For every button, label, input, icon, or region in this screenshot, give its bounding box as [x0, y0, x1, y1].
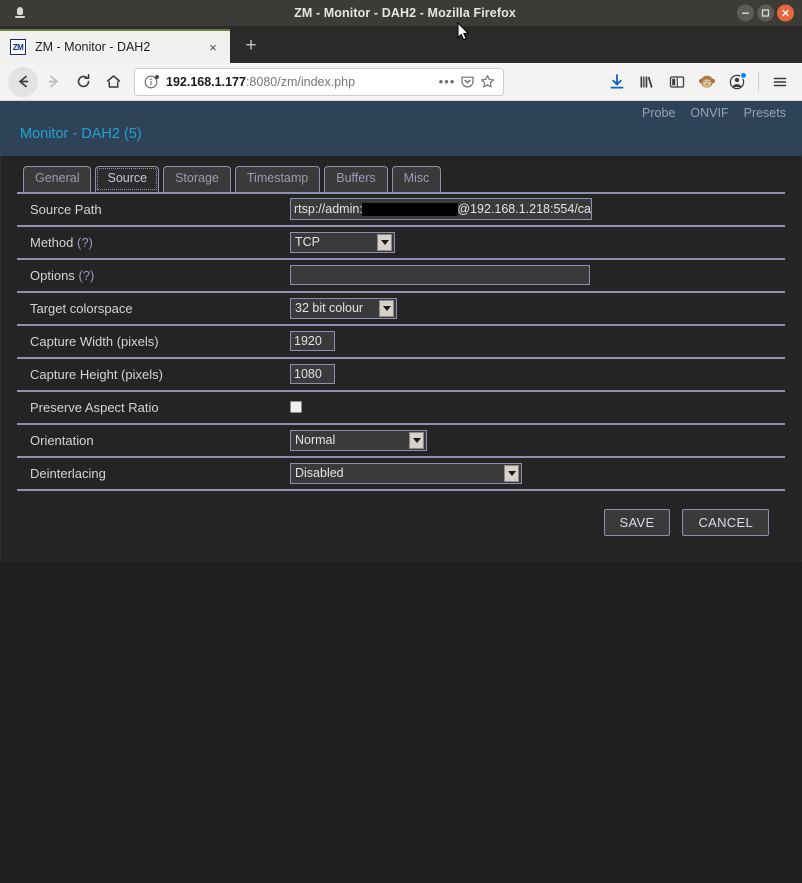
back-button[interactable] [8, 66, 38, 97]
tab-source[interactable]: Source [95, 166, 160, 192]
presets-link[interactable]: Presets [744, 106, 786, 120]
browser-tabstrip: ZM ZM - Monitor - DAH2 × + [0, 27, 802, 63]
row-capture-height: Capture Height (pixels) [17, 359, 785, 392]
row-capture-width: Capture Width (pixels) [17, 326, 785, 359]
url-text: 192.168.1.177:8080/zm/index.php [166, 75, 437, 89]
deinterlacing-value: Disabled [295, 466, 344, 481]
chevron-down-icon [379, 299, 394, 317]
deinterlacing-select[interactable]: Disabled [290, 462, 522, 484]
source-path-suffix: @192.168.1.218:554/ca [457, 202, 591, 217]
bookmark-star-icon[interactable] [477, 72, 497, 92]
zm-header: Probe ONVIF Presets Monitor - DAH2 (5) [0, 101, 802, 156]
page-content: Probe ONVIF Presets Monitor - DAH2 (5) G… [0, 101, 802, 883]
browser-tab-title: ZM - Monitor - DAH2 [35, 40, 151, 54]
label-orientation: Orientation [30, 432, 94, 448]
onvif-link[interactable]: ONVIF [690, 106, 728, 120]
orientation-select[interactable]: Normal [290, 429, 427, 451]
source-path-prefix: rtsp://admin: [294, 202, 363, 217]
probe-link[interactable]: Probe [642, 106, 675, 120]
url-host: 192.168.1.177 [166, 74, 246, 89]
tracking-indicator-dot [155, 74, 159, 79]
label-options: Options (?) [30, 268, 290, 283]
zm-top-links: Probe ONVIF Presets [642, 106, 786, 120]
window-titlebar: ZM - Monitor - DAH2 - Mozilla Firefox [0, 0, 802, 27]
account-icon[interactable] [723, 68, 751, 96]
account-notification-dot [740, 71, 747, 79]
label-method: Method (?) [30, 235, 290, 250]
target-colorspace-value: 32 bit colour [295, 301, 364, 316]
tab-general[interactable]: General [23, 166, 92, 192]
options-input[interactable] [290, 265, 590, 286]
row-options: Options (?) [17, 260, 785, 293]
chevron-down-icon [377, 233, 392, 251]
monkey-extension-icon[interactable] [693, 68, 721, 96]
orientation-value: Normal [295, 433, 336, 448]
label-capture-width: Capture Width (pixels) [30, 333, 159, 349]
new-tab-button[interactable]: + [236, 31, 266, 61]
method-help-link[interactable]: (?) [77, 235, 93, 250]
redacted-password-block [361, 202, 459, 216]
source-path-input[interactable]: rtsp://admin: @192.168.1.218:554/ca [290, 198, 592, 221]
preserve-aspect-ratio-checkbox[interactable] [290, 401, 302, 414]
window-title: ZM - Monitor - DAH2 - Mozilla Firefox [294, 6, 516, 20]
method-select[interactable]: TCP [290, 231, 395, 253]
firefox-window-icon [12, 5, 28, 21]
label-capture-height: Capture Height (pixels) [30, 366, 163, 382]
form-actions: SAVE CANCEL [17, 491, 785, 536]
chevron-down-icon [409, 431, 424, 449]
tab-buffers[interactable]: Buffers [324, 166, 388, 192]
save-button[interactable]: SAVE [603, 508, 671, 536]
row-method: Method (?) TCP [17, 227, 785, 260]
close-button[interactable] [777, 4, 794, 22]
tab-storage[interactable]: Storage [163, 166, 231, 192]
label-options-text: Options [30, 267, 75, 283]
target-colorspace-select[interactable]: 32 bit colour [290, 297, 397, 319]
cancel-button[interactable]: CANCEL [682, 508, 769, 536]
row-target-colorspace: Target colorspace 32 bit colour [17, 293, 785, 326]
browser-toolbar-right [603, 68, 794, 96]
reload-button[interactable] [68, 67, 98, 97]
label-source-path: Source Path [30, 201, 102, 217]
close-tab-icon[interactable]: × [204, 38, 222, 56]
library-icon[interactable] [633, 68, 661, 96]
browser-tab[interactable]: ZM ZM - Monitor - DAH2 × [0, 29, 230, 63]
zm-tab-bar: General Source Storage Timestamp Buffers… [1, 156, 801, 192]
sidebar-icon[interactable] [663, 68, 691, 96]
tab-misc[interactable]: Misc [391, 166, 442, 192]
forward-button[interactable] [38, 67, 68, 97]
row-deinterlacing: Deinterlacing Disabled [17, 458, 785, 491]
downloads-icon[interactable] [603, 68, 631, 96]
label-target-colorspace: Target colorspace [30, 300, 133, 316]
tab-timestamp[interactable]: Timestamp [234, 166, 321, 192]
row-source-path: Source Path rtsp://admin: @192.168.1.218:… [17, 194, 785, 227]
capture-width-input[interactable] [290, 331, 335, 352]
toolbar-separator [758, 71, 759, 92]
chevron-down-icon [504, 464, 519, 482]
url-bar[interactable]: 192.168.1.177:8080/zm/index.php ••• [134, 67, 504, 96]
options-help-link[interactable]: (?) [78, 268, 94, 283]
label-method-text: Method [30, 234, 74, 250]
row-orientation: Orientation Normal [17, 425, 785, 458]
maximize-button[interactable] [757, 4, 774, 22]
zm-body: General Source Storage Timestamp Buffers… [0, 156, 802, 562]
method-select-value: TCP [295, 235, 320, 250]
label-deinterlacing: Deinterlacing [30, 465, 106, 481]
home-button[interactable] [98, 67, 128, 97]
app-menu-icon[interactable] [766, 68, 794, 96]
label-preserve-aspect-ratio: Preserve Aspect Ratio [30, 399, 159, 415]
url-path: :8080/zm/index.php [245, 74, 356, 89]
page-actions-icon[interactable]: ••• [437, 72, 457, 92]
browser-navbar: 192.168.1.177:8080/zm/index.php ••• [0, 63, 802, 101]
source-settings-form: Source Path rtsp://admin: @192.168.1.218:… [17, 191, 785, 491]
window-controls [737, 4, 794, 22]
identity-info-icon[interactable] [143, 74, 159, 90]
page-title: Monitor - DAH2 (5) [20, 126, 142, 142]
minimize-button[interactable] [737, 4, 754, 22]
row-preserve-aspect-ratio: Preserve Aspect Ratio [17, 392, 785, 425]
pocket-icon[interactable] [457, 72, 477, 92]
zm-favicon-icon: ZM [10, 39, 26, 55]
capture-height-input[interactable] [290, 364, 335, 385]
